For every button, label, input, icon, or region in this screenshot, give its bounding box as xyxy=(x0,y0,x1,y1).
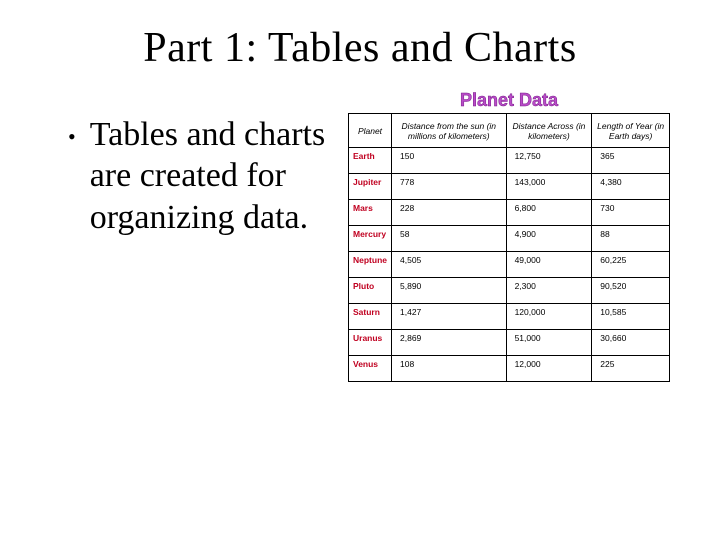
cell-value: 228 xyxy=(392,200,507,226)
cell-value: 88 xyxy=(592,226,670,252)
col-planet: Planet xyxy=(349,114,392,148)
cell-value: 10,585 xyxy=(592,304,670,330)
cell-value: 1,427 xyxy=(392,304,507,330)
cell-value: 2,300 xyxy=(506,278,592,304)
slide: Part 1: Tables and Charts • Tables and c… xyxy=(0,0,720,540)
table-row: Pluto5,8902,30090,520 xyxy=(349,278,670,304)
cell-value: 30,660 xyxy=(592,330,670,356)
table-row: Mercury584,90088 xyxy=(349,226,670,252)
table-column: Planet Data Planet Distance from the sun… xyxy=(348,90,670,382)
cell-planet: Saturn xyxy=(349,304,392,330)
table-row: Venus10812,000225 xyxy=(349,356,670,382)
table-row: Uranus2,86951,00030,660 xyxy=(349,330,670,356)
cell-value: 2,869 xyxy=(392,330,507,356)
col-distance-across: Distance Across (in kilometers) xyxy=(506,114,592,148)
table-row: Jupiter778143,0004,380 xyxy=(349,174,670,200)
page-title: Part 1: Tables and Charts xyxy=(50,24,670,72)
cell-value: 730 xyxy=(592,200,670,226)
bullet-icon: • xyxy=(68,124,76,238)
table-header-row: Planet Distance from the sun (in million… xyxy=(349,114,670,148)
cell-value: 365 xyxy=(592,148,670,174)
cell-planet: Earth xyxy=(349,148,392,174)
cell-value: 108 xyxy=(392,356,507,382)
cell-value: 120,000 xyxy=(506,304,592,330)
cell-value: 225 xyxy=(592,356,670,382)
cell-planet: Pluto xyxy=(349,278,392,304)
cell-value: 51,000 xyxy=(506,330,592,356)
cell-value: 143,000 xyxy=(506,174,592,200)
bullet-column: • Tables and charts are created for orga… xyxy=(50,90,330,238)
cell-value: 5,890 xyxy=(392,278,507,304)
cell-value: 90,520 xyxy=(592,278,670,304)
cell-planet: Venus xyxy=(349,356,392,382)
cell-value: 12,000 xyxy=(506,356,592,382)
cell-planet: Mars xyxy=(349,200,392,226)
cell-value: 12,750 xyxy=(506,148,592,174)
cell-planet: Uranus xyxy=(349,330,392,356)
cell-value: 778 xyxy=(392,174,507,200)
table-row: Saturn1,427120,00010,585 xyxy=(349,304,670,330)
cell-value: 4,900 xyxy=(506,226,592,252)
cell-value: 6,800 xyxy=(506,200,592,226)
table-row: Earth15012,750365 xyxy=(349,148,670,174)
cell-planet: Mercury xyxy=(349,226,392,252)
bullet-item: • Tables and charts are created for orga… xyxy=(68,114,330,238)
table-row: Mars2286,800730 xyxy=(349,200,670,226)
cell-planet: Jupiter xyxy=(349,174,392,200)
bullet-text: Tables and charts are created for organi… xyxy=(90,114,330,238)
cell-value: 4,505 xyxy=(392,252,507,278)
cell-value: 60,225 xyxy=(592,252,670,278)
cell-value: 58 xyxy=(392,226,507,252)
cell-value: 4,380 xyxy=(592,174,670,200)
table-row: Neptune4,50549,00060,225 xyxy=(349,252,670,278)
planet-table: Planet Distance from the sun (in million… xyxy=(348,113,670,382)
cell-planet: Neptune xyxy=(349,252,392,278)
content-area: • Tables and charts are created for orga… xyxy=(50,90,670,382)
cell-value: 150 xyxy=(392,148,507,174)
col-distance-sun: Distance from the sun (in millions of ki… xyxy=(392,114,507,148)
col-year-length: Length of Year (in Earth days) xyxy=(592,114,670,148)
cell-value: 49,000 xyxy=(506,252,592,278)
table-title: Planet Data xyxy=(348,90,670,111)
